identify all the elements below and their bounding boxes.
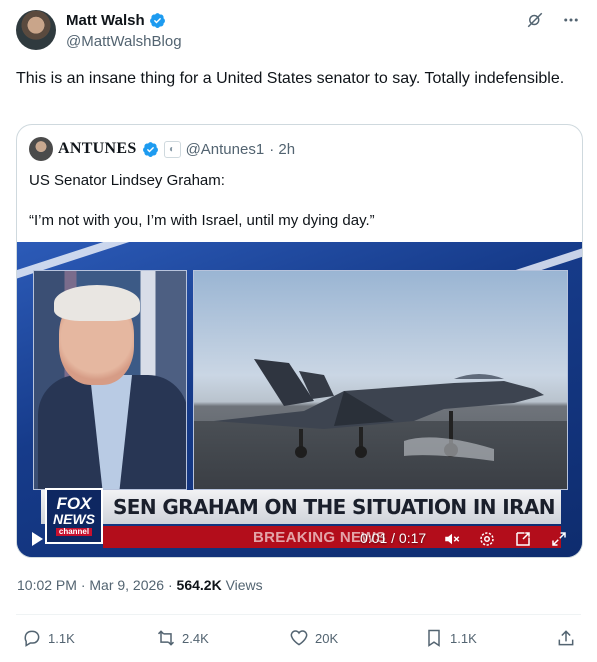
like-button[interactable]: 20K: [289, 628, 338, 648]
quote-time: · 2h: [269, 140, 296, 158]
video-timecode: 0:01 / 0:17: [360, 530, 427, 546]
views-label: Views: [221, 577, 263, 593]
more-icon[interactable]: [561, 10, 581, 30]
bookmark-icon: [428, 629, 440, 647]
author-avatar[interactable]: [16, 10, 56, 50]
quote-text: US Senator Lindsey Graham: “I’m not with…: [29, 172, 375, 229]
chyron-text: SEN GRAHAM ON THE SITUATION IN IRAN: [113, 495, 555, 519]
pip-icon[interactable]: [513, 529, 533, 549]
mute-icon[interactable]: [442, 529, 462, 549]
bookmark-button[interactable]: 1.1K: [424, 628, 477, 648]
quoted-tweet[interactable]: ANTUNES ◐ @Antunes1 · 2h US Senator Lind…: [16, 124, 583, 558]
repost-icon: [157, 630, 175, 646]
repost-button[interactable]: 2.4K: [156, 628, 209, 648]
author-handle[interactable]: @MattWalshBlog: [66, 33, 182, 50]
quote-header: ANTUNES ◐ @Antunes1 · 2h: [29, 137, 295, 161]
reply-count: 1.1K: [48, 630, 75, 646]
tweet-timestamp[interactable]: 10:02 PM · Mar 9, 2026 ·: [17, 577, 177, 593]
reply-button[interactable]: 1.1K: [22, 628, 75, 648]
tweet-meta: 10:02 PM · Mar 9, 2026 · 564.2K Views: [17, 577, 263, 593]
author-name-row: Matt Walsh: [66, 12, 166, 29]
action-bar: 1.1K 2.4K 20K 1.1K: [16, 626, 581, 650]
video-player[interactable]: SEN GRAHAM ON THE SITUATION IN IRAN BREA…: [17, 242, 582, 557]
share-button[interactable]: [556, 628, 576, 648]
author-name[interactable]: Matt Walsh: [66, 12, 145, 29]
divider: [16, 614, 581, 615]
footage-panel: [193, 270, 568, 490]
jet-image: [214, 359, 544, 461]
play-icon[interactable]: [32, 532, 43, 546]
bookmark-count: 1.1K: [450, 630, 477, 646]
affiliate-badge-icon: ◐: [163, 140, 181, 158]
verified-badge-icon: [142, 141, 158, 157]
grok-icon[interactable]: [525, 10, 545, 30]
tweet-text: This is an insane thing for a United Sta…: [16, 70, 565, 87]
quote-handle: @Antunes1: [185, 140, 265, 158]
repost-count: 2.4K: [182, 630, 209, 646]
verified-badge-icon: [149, 13, 165, 28]
views-count: 564.2K: [176, 577, 222, 593]
top-actions: [525, 10, 581, 30]
like-count: 20K: [315, 630, 339, 646]
quote-author-name[interactable]: ANTUNES: [58, 140, 137, 158]
like-icon: [290, 630, 308, 646]
quote-avatar[interactable]: [29, 137, 53, 161]
video-controls: 0:01 / 0:17: [17, 519, 582, 557]
share-icon: [558, 630, 574, 646]
settings-icon[interactable]: [477, 529, 497, 549]
speaker-panel: [33, 270, 187, 490]
fullscreen-icon[interactable]: [549, 529, 569, 549]
reply-icon: [24, 630, 40, 647]
